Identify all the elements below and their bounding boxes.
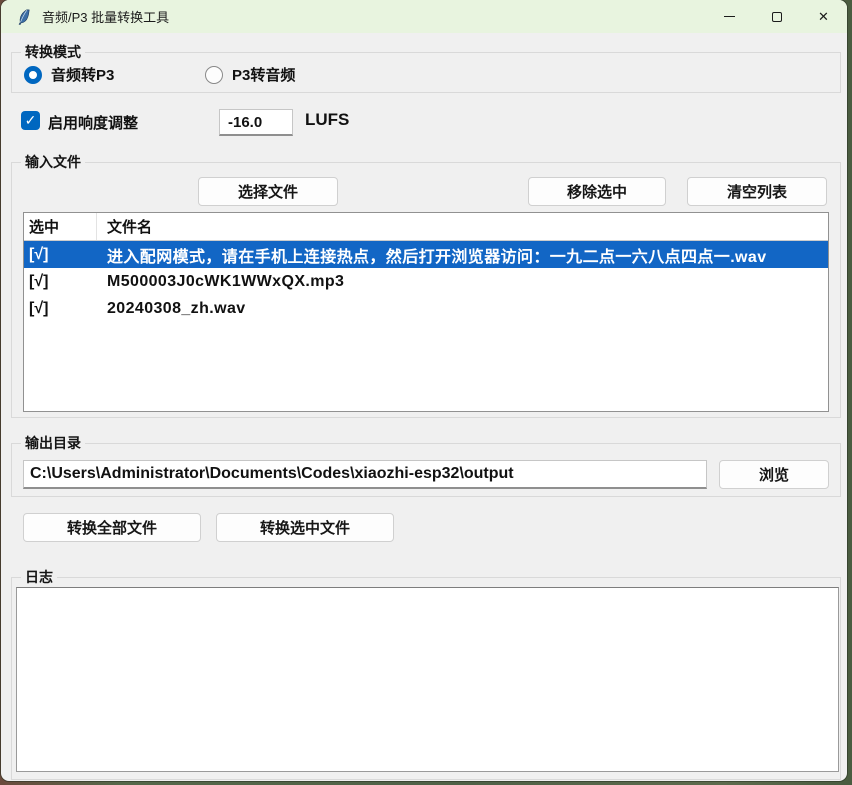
input-group-label: 输入文件 bbox=[21, 153, 85, 171]
browse-button[interactable]: 浏览 bbox=[719, 460, 829, 489]
select-files-button[interactable]: 选择文件 bbox=[198, 177, 338, 206]
radio-p3-to-audio[interactable]: P3转音频 bbox=[205, 64, 295, 85]
minimize-button[interactable] bbox=[706, 0, 753, 33]
log-textarea[interactable] bbox=[16, 587, 839, 772]
output-group-label: 输出目录 bbox=[21, 434, 85, 452]
lufs-unit-label: LUFS bbox=[305, 110, 349, 130]
radio-label: 音频转P3 bbox=[51, 64, 114, 85]
row-checked-cell: [√] bbox=[24, 273, 97, 291]
table-row[interactable]: [√] M500003J0cWK1WWxQX.mp3 bbox=[24, 268, 828, 295]
loudness-checkbox-label: 启用响度调整 bbox=[48, 112, 138, 133]
close-button[interactable]: ✕ bbox=[800, 0, 847, 33]
convert-all-button[interactable]: 转换全部文件 bbox=[23, 513, 201, 542]
minimize-icon bbox=[724, 16, 735, 17]
log-group-label: 日志 bbox=[21, 568, 57, 586]
window-controls: ✕ bbox=[706, 0, 847, 33]
column-header-filename[interactable]: 文件名 bbox=[97, 213, 152, 240]
close-icon: ✕ bbox=[818, 10, 829, 23]
app-window: 音频/P3 批量转换工具 ✕ 转换模式 音频转P3 P3转音频 ✓ 启用响度调整 bbox=[1, 0, 847, 781]
titlebar[interactable]: 音频/P3 批量转换工具 ✕ bbox=[1, 0, 847, 33]
table-row[interactable]: [√] 进入配网模式，请在手机上连接热点，然后打开浏览器访问：一九二点一六八点四… bbox=[24, 241, 828, 268]
row-checked-cell: [√] bbox=[24, 300, 97, 318]
radio-on-icon bbox=[24, 66, 42, 84]
remove-selected-button[interactable]: 移除选中 bbox=[528, 177, 666, 206]
window-title: 音频/P3 批量转换工具 bbox=[42, 7, 169, 26]
column-header-checked[interactable]: 选中 bbox=[24, 213, 97, 240]
row-filename-cell: 20240308_zh.wav bbox=[97, 300, 246, 318]
checkmark-icon: ✓ bbox=[25, 112, 37, 129]
table-row[interactable]: [√] 20240308_zh.wav bbox=[24, 295, 828, 322]
file-table-header: 选中 文件名 bbox=[24, 213, 828, 241]
row-filename-cell: M500003J0cWK1WWxQX.mp3 bbox=[97, 273, 344, 291]
clear-list-button[interactable]: 清空列表 bbox=[687, 177, 827, 206]
mode-group-label: 转换模式 bbox=[21, 43, 85, 61]
maximize-button[interactable] bbox=[753, 0, 800, 33]
row-checked-cell: [√] bbox=[24, 246, 97, 264]
file-table: 选中 文件名 [√] 进入配网模式，请在手机上连接热点，然后打开浏览器访问：一九… bbox=[23, 212, 829, 412]
row-filename-cell: 进入配网模式，请在手机上连接热点，然后打开浏览器访问：一九二点一六八点四点一.w… bbox=[97, 243, 767, 267]
radio-off-icon bbox=[205, 66, 223, 84]
loudness-checkbox[interactable]: ✓ bbox=[21, 111, 40, 130]
lufs-value-input[interactable] bbox=[219, 109, 293, 136]
tk-feather-icon[interactable] bbox=[16, 9, 32, 25]
output-path-input[interactable] bbox=[23, 460, 707, 489]
convert-selected-button[interactable]: 转换选中文件 bbox=[216, 513, 394, 542]
mode-group: 转换模式 音频转P3 P3转音频 bbox=[11, 52, 841, 93]
radio-label: P3转音频 bbox=[232, 64, 295, 85]
radio-audio-to-p3[interactable]: 音频转P3 bbox=[24, 64, 114, 85]
maximize-icon bbox=[772, 12, 782, 22]
